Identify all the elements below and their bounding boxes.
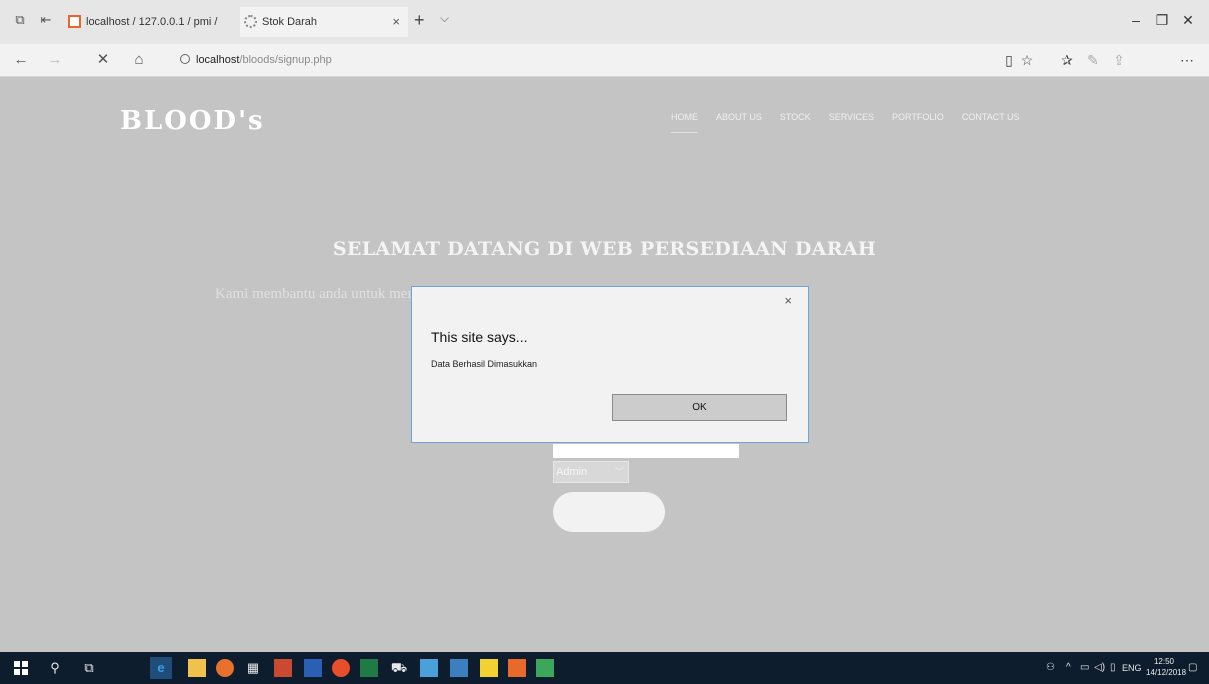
search-icon[interactable]: ⚲ — [46, 659, 64, 677]
home-icon[interactable]: ⌂ — [130, 52, 148, 68]
browser-address-bar: ← → ✕ ⌂ localhost/bloods/signup.php ▯ ☆ … — [0, 44, 1209, 77]
xampp-icon[interactable] — [508, 659, 526, 677]
tab-manager-icon[interactable]: ⧉ — [12, 13, 28, 27]
site-info-icon[interactable] — [180, 54, 190, 64]
people-icon[interactable]: ⚇ — [1046, 661, 1055, 675]
volume-icon[interactable]: ◁) — [1094, 661, 1105, 675]
new-tab-button[interactable]: + — [414, 10, 425, 30]
paint-icon[interactable] — [450, 659, 468, 677]
nav-stock[interactable]: STOCK — [780, 112, 811, 133]
share-icon[interactable]: ⇪ — [1110, 52, 1128, 69]
stop-loading-icon[interactable]: ✕ — [94, 52, 112, 68]
url-field[interactable]: localhost/bloods/signup.php — [180, 50, 980, 71]
submit-button[interactable] — [553, 492, 665, 532]
powerpoint-icon[interactable] — [274, 659, 292, 677]
forward-arrow-icon[interactable]: → — [46, 52, 64, 68]
dialog-title: This site says... — [431, 329, 528, 345]
clock-time: 12:50 — [1153, 657, 1175, 666]
clock-date: 14/12/2018 — [1146, 668, 1187, 677]
tab-list-chevron-icon[interactable]: ⌵ — [440, 11, 449, 26]
loading-spinner-icon — [244, 15, 257, 28]
file-explorer-icon[interactable] — [188, 659, 206, 677]
url-path: /bloods/signup.php — [239, 54, 332, 66]
store-icon[interactable]: ⛟ — [390, 659, 408, 677]
alert-dialog: × This site says... Data Berhasil Dimasu… — [411, 286, 809, 443]
ok-button[interactable]: OK — [612, 394, 787, 421]
battery-icon[interactable]: ▯ — [1110, 661, 1116, 675]
favorites-hub-icon[interactable]: ✰ — [1058, 52, 1076, 69]
signup-text-input[interactable] — [553, 444, 739, 458]
phpmyadmin-favicon-icon — [68, 15, 81, 28]
restore-button[interactable]: ❐ — [1152, 12, 1172, 29]
notepad-plus-icon[interactable] — [536, 659, 554, 677]
close-tab-icon[interactable]: × — [392, 7, 400, 37]
app-icon[interactable] — [420, 659, 438, 677]
task-view-icon[interactable]: ⧉ — [80, 659, 98, 677]
site-logo[interactable]: BLOOD's — [120, 106, 265, 136]
sticky-notes-icon[interactable] — [480, 659, 498, 677]
nav-contact-us[interactable]: CONTACT US — [962, 112, 1020, 133]
tab-label: Stok Darah — [262, 16, 318, 28]
favorite-star-icon[interactable]: ☆ — [1018, 52, 1036, 69]
nav-home[interactable]: HOME — [671, 112, 698, 133]
calendar-icon[interactable]: ▦ — [244, 659, 262, 677]
dialog-message: Data Berhasil Dimasukkan — [431, 359, 538, 369]
notes-pen-icon[interactable]: ✎ — [1084, 52, 1102, 69]
taskbar-clock[interactable]: 12:50 14/12/2018 — [1146, 656, 1187, 678]
more-options-icon[interactable]: ⋯ — [1178, 52, 1196, 69]
network-icon[interactable]: ▭ — [1080, 661, 1089, 675]
tab-label: localhost / 127.0.0.1 / pmi / — [86, 16, 218, 28]
excel-icon[interactable] — [360, 659, 378, 677]
hero-title: SELAMAT DATANG DI WEB PERSEDIAAN DARAH — [332, 238, 877, 260]
edge-browser-icon[interactable]: e — [152, 659, 170, 677]
back-arrow-icon[interactable]: ← — [12, 52, 30, 68]
dialog-close-icon[interactable]: × — [784, 293, 792, 308]
minimize-button[interactable]: – — [1126, 12, 1146, 28]
chrome-icon[interactable] — [332, 659, 350, 677]
role-select[interactable]: Admin ﹀ — [553, 461, 629, 483]
windows-taskbar: ⚲ ⧉ e ▦ ⛟ ⚇ ^ ▭ ◁) ▯ ENG 12:50 14/12/201… — [0, 652, 1209, 684]
nav-portfolio[interactable]: PORTFOLIO — [892, 112, 944, 133]
chevron-down-icon: ﹀ — [614, 467, 624, 477]
url-host: localhost — [196, 54, 240, 66]
role-select-value: Admin — [556, 466, 588, 478]
windows-start-icon[interactable] — [12, 659, 30, 677]
nav-services[interactable]: SERVICES — [829, 112, 874, 133]
site-nav: HOME ABOUT US STOCK SERVICES PORTFOLIO C… — [671, 112, 1038, 133]
tab-stok-darah[interactable]: Stok Darah × — [240, 7, 408, 37]
close-window-button[interactable]: ✕ — [1178, 12, 1198, 29]
show-hidden-icons-chevron-icon[interactable]: ^ — [1066, 661, 1071, 675]
language-indicator[interactable]: ENG — [1122, 661, 1142, 675]
nav-about-us[interactable]: ABOUT US — [716, 112, 762, 133]
tab-phpmyadmin[interactable]: localhost / 127.0.0.1 / pmi / — [64, 7, 234, 37]
browser-tab-bar: ⧉ ⇤ localhost / 127.0.0.1 / pmi / Stok D… — [0, 0, 1209, 44]
reading-view-icon[interactable]: ▯ — [1000, 52, 1018, 69]
set-aside-tabs-icon[interactable]: ⇤ — [38, 13, 54, 27]
action-center-icon[interactable]: ▢ — [1188, 661, 1197, 675]
firefox-icon[interactable] — [216, 659, 234, 677]
word-icon[interactable] — [304, 659, 322, 677]
